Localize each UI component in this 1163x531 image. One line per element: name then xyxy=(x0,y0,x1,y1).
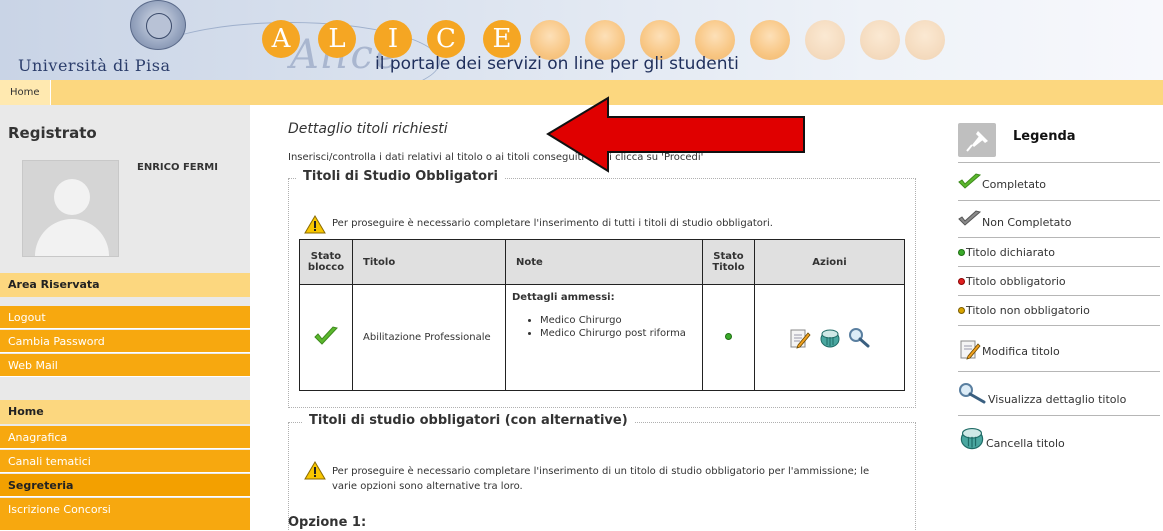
warning-text: Per proseguire è necessario completare l… xyxy=(332,466,870,492)
avatar-head-icon xyxy=(54,179,90,215)
cell-stato-blocco xyxy=(299,284,353,391)
legend-item-visualizza: Visualizza dettaglio titolo xyxy=(958,371,1160,415)
red-arrow-annotation-icon xyxy=(546,96,805,173)
trash-bin-icon[interactable] xyxy=(819,327,841,349)
legend-label: Titolo dichiarato xyxy=(966,245,1055,259)
cell-note: Dettagli ammessi: Medico Chirurgo Medico… xyxy=(505,284,703,391)
note-list: Medico Chirurgo Medico Chirurgo post rif… xyxy=(512,314,696,340)
legend-title: Legenda xyxy=(1013,129,1076,144)
check-green-icon xyxy=(314,326,338,345)
header-banner: Università di Pisa Alice A L I C E il po… xyxy=(0,0,1163,80)
page-title: Dettaglio titoli richiesti xyxy=(288,121,448,137)
check-green-icon xyxy=(958,172,982,189)
option-heading: Opzione 1: xyxy=(288,515,367,530)
sidebar-item-logout[interactable]: Logout xyxy=(0,306,250,329)
menu-heading-area-riservata: Area Riservata xyxy=(0,273,250,297)
check-gray-icon xyxy=(958,210,982,226)
avatar-body-icon xyxy=(35,219,109,256)
col-header-stato-titolo: Stato Titolo xyxy=(702,239,755,285)
cell-stato-titolo xyxy=(702,284,755,391)
student-face-icon xyxy=(905,20,945,60)
table-header-row: Stato blocco Titolo Note Stato Titolo Az… xyxy=(299,239,905,285)
legend-label: Visualizza dettaglio titolo xyxy=(988,393,1127,406)
sidebar-item-canali-tematici[interactable]: Canali tematici xyxy=(0,450,250,473)
col-header-stato-blocco: Stato blocco xyxy=(299,239,353,285)
warning-message: Per proseguire è necessario completare l… xyxy=(304,461,904,494)
sidebar-item-iscrizione-concorsi[interactable]: Iscrizione Concorsi xyxy=(0,498,250,531)
university-name: Università di Pisa xyxy=(18,56,171,75)
titoli-table: Stato blocco Titolo Note Stato Titolo Az… xyxy=(299,239,905,391)
note-heading: Dettagli ammessi: xyxy=(512,292,615,303)
legend-label: Titolo non obbligatorio xyxy=(966,304,1090,317)
magnifier-icon xyxy=(959,382,986,403)
user-name: ENRICO FERMI xyxy=(137,162,218,173)
student-face-icon xyxy=(860,20,900,60)
legend-label: Titolo obbligatorio xyxy=(966,274,1066,288)
fieldset-legend: Titoli di Studio Obbligatori xyxy=(297,169,504,184)
student-face-icon xyxy=(750,20,790,60)
legend-label: Modifica titolo xyxy=(982,345,1060,358)
pin-icon xyxy=(958,123,996,157)
alice-letter-e: E xyxy=(483,20,521,58)
sidebar-item-web-mail[interactable]: Web Mail xyxy=(0,354,250,377)
left-sidebar: Registrato ENRICO FERMI Area Riservata L… xyxy=(0,105,250,531)
legend-item-non-completato: Non Completato xyxy=(958,200,1160,237)
legend-item-cancella: Cancella titolo xyxy=(958,415,1160,459)
edit-pencil-icon xyxy=(960,340,981,360)
alice-letter-c: C xyxy=(427,20,465,58)
list-item: Medico Chirurgo xyxy=(540,314,696,327)
alice-letter-l: L xyxy=(318,20,356,58)
alice-letter-i: I xyxy=(374,20,412,58)
portal-tagline: il portale dei servizi on line per gli s… xyxy=(375,54,739,74)
table-row: Abilitazione Professionale Dettagli amme… xyxy=(299,284,905,391)
menu-heading-home[interactable]: Home xyxy=(0,400,250,424)
col-header-titolo: Titolo xyxy=(352,239,506,285)
warning-icon xyxy=(304,215,326,234)
col-header-note: Note xyxy=(505,239,703,285)
sidebar-item-anagrafica[interactable]: Anagrafica xyxy=(0,426,250,449)
student-face-icon xyxy=(805,20,845,60)
fieldset-legend: Titoli di studio obbligatori (con altern… xyxy=(303,413,634,428)
university-seal-icon xyxy=(130,0,186,50)
cell-azioni xyxy=(754,284,905,391)
alice-letter-a: A xyxy=(262,20,300,58)
status-dot-green-icon xyxy=(958,248,965,256)
warning-icon xyxy=(304,461,326,480)
status-dot-green-icon xyxy=(724,333,732,340)
legend-item-completato: Completato xyxy=(958,162,1160,200)
cell-titolo: Abilitazione Professionale xyxy=(352,284,506,391)
user-status-title: Registrato xyxy=(8,124,97,142)
warning-text: Per proseguire è necessario completare l… xyxy=(332,218,773,229)
legend-label: Non Completato xyxy=(982,215,1072,229)
magnifier-icon[interactable] xyxy=(848,327,870,349)
status-dot-yellow-icon xyxy=(958,307,965,314)
sidebar-item-cambia-password[interactable]: Cambia Password xyxy=(0,330,250,353)
sidebar-item-segreteria[interactable]: Segreteria xyxy=(0,474,250,497)
col-header-azioni: Azioni xyxy=(754,239,905,285)
warning-message: Per proseguire è necessario completare l… xyxy=(304,215,904,234)
status-dot-red-icon xyxy=(958,277,965,285)
breadcrumb-home-link[interactable]: Home xyxy=(0,80,51,105)
legend-item-titolo-obbligatorio: Titolo obbligatorio xyxy=(958,266,1160,295)
avatar xyxy=(22,160,119,257)
legend-item-titolo-non-obbligatorio: Titolo non obbligatorio xyxy=(958,295,1160,325)
legend-item-titolo-dichiarato: Titolo dichiarato xyxy=(958,237,1160,266)
trash-bin-icon xyxy=(960,427,984,449)
legend-label: Cancella titolo xyxy=(986,437,1065,450)
edit-pencil-icon[interactable] xyxy=(789,327,811,349)
legend-item-modifica: Modifica titolo xyxy=(958,325,1160,371)
legend-label: Completato xyxy=(982,178,1047,191)
list-item: Medico Chirurgo post riforma xyxy=(540,327,696,340)
